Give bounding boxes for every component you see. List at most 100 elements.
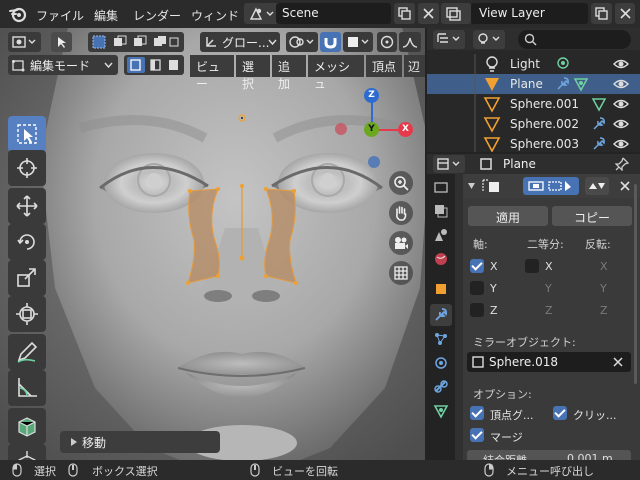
select-box-tool[interactable] xyxy=(8,116,46,152)
outliner-item-sphere-003[interactable]: Sphere.003 xyxy=(427,134,640,152)
scene-copy-button[interactable] xyxy=(394,3,415,24)
camera-view-button[interactable] xyxy=(389,231,413,255)
outliner-item-sphere-002[interactable]: Sphere.002 xyxy=(427,114,640,134)
eye-icon[interactable] xyxy=(613,97,629,111)
properties-tab-column xyxy=(427,174,455,460)
pin-icon[interactable] xyxy=(615,157,629,171)
menu-view[interactable]: ビュー xyxy=(190,55,234,91)
3d-viewport[interactable]: グロー... 編集モード ビュー 選択 追加 メッシュ 頂点 辺 Z Y X 移… xyxy=(0,28,425,460)
move-tool[interactable] xyxy=(8,188,46,224)
transform-icon xyxy=(16,303,38,325)
snap-target-dropdown[interactable] xyxy=(343,32,373,52)
eye-icon[interactable] xyxy=(613,117,629,131)
menu-file[interactable]: ファイル xyxy=(36,7,84,24)
tab-data[interactable] xyxy=(430,400,452,422)
modifier-visibility-toggles[interactable] xyxy=(523,177,579,195)
pivot-point-dropdown[interactable] xyxy=(286,32,318,52)
tab-scene[interactable] xyxy=(430,224,452,246)
flip-x-checkbox[interactable] xyxy=(580,259,594,273)
tool-select-mode-button[interactable] xyxy=(51,32,72,52)
bisect-z-checkbox[interactable] xyxy=(525,303,539,317)
tab-tool[interactable] xyxy=(430,176,452,198)
tab-constraints[interactable] xyxy=(430,376,452,398)
axis-z-checkbox[interactable] xyxy=(470,303,484,317)
transform-tool[interactable] xyxy=(8,296,46,332)
properties-editor: Plane 適用 コピー 軸: 二等分: 反転: X X X Y Y Y Z Z… xyxy=(427,154,640,470)
annotate-tool[interactable] xyxy=(8,334,46,370)
merge-checkbox[interactable] xyxy=(470,428,484,442)
gizmo-x-axis[interactable]: X xyxy=(398,122,413,137)
view-layer-close-button[interactable] xyxy=(615,3,635,24)
move-modifier-buttons[interactable] xyxy=(585,177,609,195)
eye-icon[interactable] xyxy=(613,137,629,151)
mode-dropdown[interactable]: 編集モード xyxy=(8,55,118,75)
proportional-falloff-button[interactable] xyxy=(399,32,421,52)
tab-physics[interactable] xyxy=(430,352,452,374)
chevron-down-icon[interactable] xyxy=(467,182,476,190)
transform-orientation-dropdown[interactable]: グロー... xyxy=(200,32,280,52)
blender-logo-icon[interactable] xyxy=(8,5,28,23)
flip-y-checkbox[interactable] xyxy=(580,281,594,295)
properties-scrollbar[interactable] xyxy=(634,184,637,384)
proportional-edit-toggle[interactable] xyxy=(377,32,397,52)
gizmo-y-axis[interactable]: Y xyxy=(364,122,379,137)
clipping-checkbox[interactable] xyxy=(553,406,567,420)
rotate-tool[interactable] xyxy=(8,224,46,260)
editor-type-button[interactable] xyxy=(8,32,41,52)
measure-tool[interactable] xyxy=(8,370,46,406)
eye-icon[interactable] xyxy=(613,57,629,71)
menu-mesh[interactable]: メッシュ xyxy=(308,55,364,91)
cursor-tool[interactable] xyxy=(8,150,46,186)
extrude-tool[interactable] xyxy=(8,444,46,460)
menu-edge[interactable]: 辺 xyxy=(404,55,425,77)
menu-window[interactable]: ウィンド xyxy=(191,7,239,24)
view-layer-icon xyxy=(446,7,461,21)
vertex-groups-checkbox[interactable] xyxy=(470,406,484,420)
menu-select[interactable]: 選択 xyxy=(236,55,270,91)
view-layer-name-field[interactable]: View Layer xyxy=(471,3,588,24)
view-layer-copy-button[interactable] xyxy=(591,3,612,24)
snap-toggle[interactable] xyxy=(320,32,341,52)
tab-object[interactable] xyxy=(430,278,452,300)
flip-z-checkbox[interactable] xyxy=(580,303,594,317)
tab-particles[interactable] xyxy=(430,328,452,350)
properties-editor-type-button[interactable] xyxy=(433,155,465,173)
tab-view-layer[interactable] xyxy=(430,200,452,222)
bisect-x-checkbox[interactable] xyxy=(525,259,539,273)
outliner-editor-type-button[interactable] xyxy=(433,30,465,49)
eye-icon[interactable] xyxy=(613,77,629,91)
outliner-item-plane[interactable]: Plane xyxy=(427,74,640,94)
menu-render[interactable]: レンダー xyxy=(133,7,181,24)
pan-button[interactable] xyxy=(389,201,413,225)
view-layer-selector[interactable] xyxy=(441,3,471,24)
mirror-object-field[interactable]: Sphere.018 xyxy=(467,352,631,372)
axis-x-checkbox[interactable] xyxy=(470,259,484,273)
scene-close-button[interactable] xyxy=(418,3,439,24)
outliner-search-input[interactable] xyxy=(518,30,631,49)
apply-button[interactable]: 適用 xyxy=(468,206,548,226)
outliner-item-sphere-001[interactable]: Sphere.001 xyxy=(427,94,640,114)
menu-edit[interactable]: 編集 xyxy=(94,7,118,24)
display-mode-dropdown[interactable] xyxy=(473,30,505,49)
mesh-object-icon xyxy=(483,117,501,133)
scale-tool[interactable] xyxy=(8,260,46,296)
menu-add[interactable]: 追加 xyxy=(272,55,306,91)
close-icon[interactable] xyxy=(619,180,631,192)
outliner-item-light[interactable]: Light xyxy=(427,54,640,74)
add-cube-tool[interactable] xyxy=(8,408,46,444)
select-mode-buttons[interactable] xyxy=(124,55,184,75)
tab-world[interactable] xyxy=(430,248,452,270)
close-icon[interactable] xyxy=(613,357,623,367)
last-operation-panel[interactable]: 移動 xyxy=(60,431,220,453)
scene-name-field[interactable]: Scene xyxy=(276,3,391,24)
gizmo-z-axis[interactable]: Z xyxy=(364,88,379,103)
orthographic-toggle-button[interactable] xyxy=(389,261,413,285)
scene-selector[interactable] xyxy=(244,3,280,24)
copy-button[interactable]: コピー xyxy=(552,206,632,226)
tab-modifiers[interactable] xyxy=(430,304,452,326)
bisect-y-checkbox[interactable] xyxy=(525,281,539,295)
selection-mode-group[interactable] xyxy=(88,32,184,52)
menu-vertex[interactable]: 頂点 xyxy=(366,55,402,77)
zoom-button[interactable] xyxy=(389,171,413,195)
axis-y-checkbox[interactable] xyxy=(470,281,484,295)
